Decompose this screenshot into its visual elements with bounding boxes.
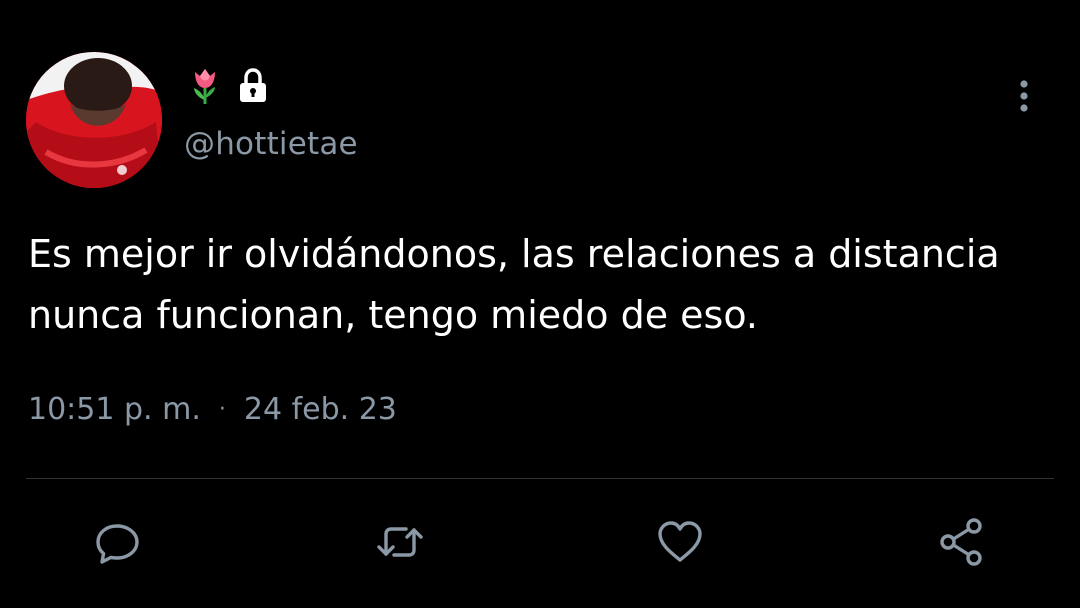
tweet: @hottietae Es mejor ir olvidándonos, las… <box>0 0 1080 608</box>
heart-icon <box>658 521 702 562</box>
divider <box>26 478 1054 479</box>
retweet-button[interactable] <box>370 512 430 572</box>
retweet-icon <box>377 527 423 557</box>
meta-separator: · <box>218 397 226 422</box>
share-icon <box>940 518 982 566</box>
like-button[interactable] <box>650 512 710 572</box>
avatar[interactable] <box>26 52 162 188</box>
more-vertical-icon <box>1020 80 1028 112</box>
tweet-time: 10:51 p. m. <box>28 392 201 427</box>
tulip-icon <box>194 69 215 104</box>
tweet-text: Es mejor ir olvidándonos, las relaciones… <box>28 232 1000 337</box>
more-options-button[interactable] <box>1010 78 1038 118</box>
reply-icon <box>96 524 139 564</box>
reply-button[interactable] <box>88 512 148 572</box>
display-name[interactable] <box>188 66 270 106</box>
tweet-date: 24 feb. 23 <box>243 392 397 427</box>
user-handle[interactable]: @hottietae <box>184 126 358 162</box>
tweet-timestamp[interactable]: 10:51 p. m. · 24 feb. 23 <box>28 392 397 427</box>
lock-icon <box>240 68 266 102</box>
share-button[interactable] <box>932 512 992 572</box>
avatar-photo <box>26 52 162 188</box>
